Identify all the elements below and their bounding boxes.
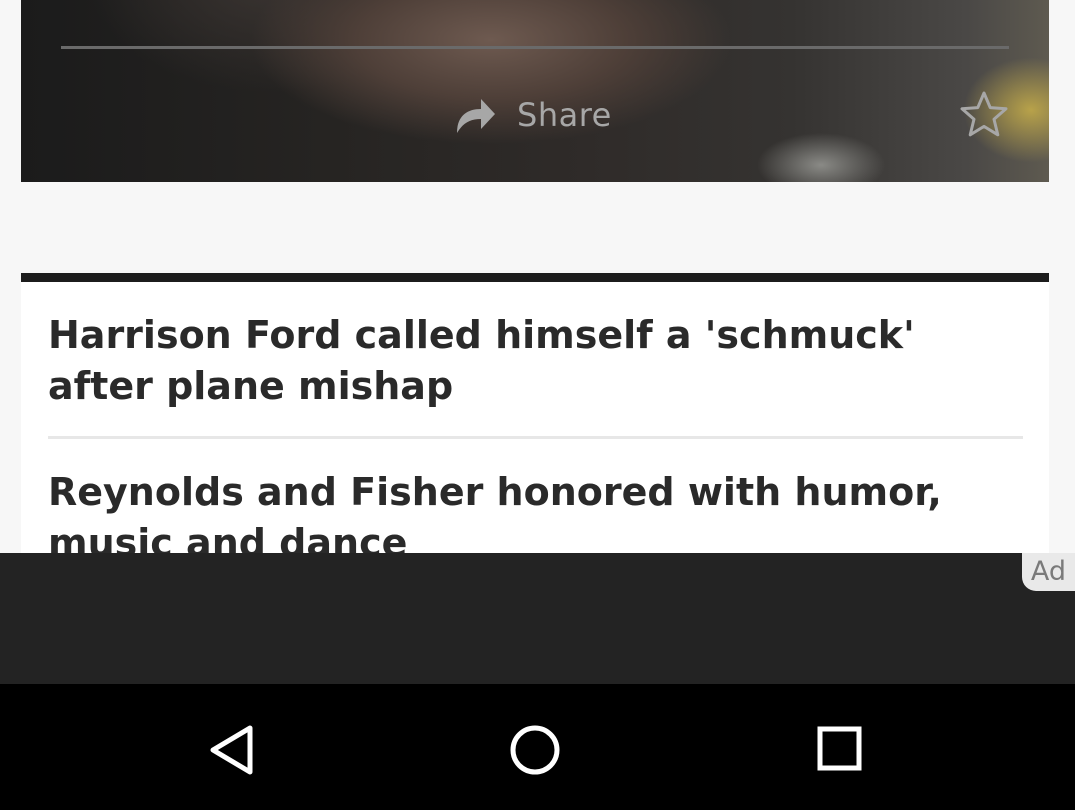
recents-button[interactable] (809, 720, 869, 780)
home-icon (505, 720, 565, 780)
home-button[interactable] (505, 720, 565, 780)
related-articles-list: Harrison Ford called himself a 'schmuck'… (21, 273, 1049, 553)
share-arrow-icon (453, 95, 497, 135)
article-page: Share Harrison Ford called himself a 'sc… (0, 0, 1075, 810)
related-article-link[interactable]: Reynolds and Fisher honored with humor, … (48, 467, 1023, 553)
favorite-star-button[interactable] (958, 90, 1010, 140)
back-button[interactable] (203, 720, 263, 780)
list-divider (48, 436, 1023, 439)
share-button[interactable]: Share (453, 90, 612, 140)
back-icon (203, 720, 263, 780)
related-article-link[interactable]: Harrison Ford called himself a 'schmuck'… (48, 310, 1023, 412)
hero-image: Share (21, 0, 1049, 182)
star-outline-icon (958, 90, 1010, 140)
share-label: Share (517, 96, 612, 134)
system-navigation-bar (0, 684, 1075, 810)
hero-divider (61, 46, 1009, 49)
ad-banner[interactable]: Ad (0, 553, 1075, 684)
ad-badge: Ad (1022, 553, 1075, 591)
recents-icon (809, 720, 869, 780)
